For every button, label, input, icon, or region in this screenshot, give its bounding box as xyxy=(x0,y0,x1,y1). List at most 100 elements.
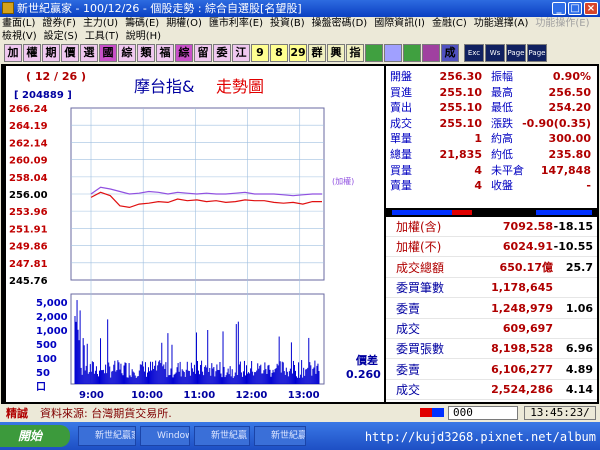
quote-label: 開盤 xyxy=(390,70,412,83)
time-tick-label: 10:00 xyxy=(131,390,163,401)
taskbar-item[interactable]: 新世紀贏 xyxy=(194,426,250,446)
toolbar: 加權期價選國綜類福綜留委江 9 8 29 群興指成 Exc Ws Page Page xyxy=(0,43,600,63)
taskbar-item[interactable]: 新世紀贏家 xyxy=(78,426,136,446)
quote-label: 賣量 xyxy=(390,179,412,193)
toolbar-button[interactable]: 類 xyxy=(137,44,155,62)
stat-label: 成交 xyxy=(396,322,421,336)
diff-label: 價差 xyxy=(355,353,378,367)
toolbar-button[interactable] xyxy=(384,44,402,62)
taskbar: 開始 新世紀贏家 Windows... 新世紀贏 新世紀贏 http://kuj… xyxy=(0,422,600,450)
market-stats-panel: 加權(含) 7092.58 -18.15 加權(不) 6024.91 -10.55 成交總額… xyxy=(386,217,597,402)
toolbar-small-button[interactable]: Ws xyxy=(485,44,505,62)
status-bar: 精誠 資料來源: 台灣期貨交易所. 000 13:45:23/ xyxy=(0,404,600,422)
toolbar-button[interactable]: 29 xyxy=(289,44,307,62)
toolbar-button[interactable]: 群 xyxy=(308,44,326,62)
price-tick-label: 266.24 xyxy=(9,104,48,115)
toolbar-small-button[interactable]: Exc xyxy=(464,44,484,62)
menu-item[interactable]: 證券(F) xyxy=(42,17,76,30)
quote-value: 255.10 xyxy=(439,116,482,130)
toolbar-button[interactable]: 價 xyxy=(61,44,79,62)
menu-item[interactable]: 主力(U) xyxy=(83,17,118,30)
menu-row-1: 畫面(L) 證券(F) 主力(U) 籌碼(E) 期權(O) 匯市利率(E) 投資(B) 操盤密… xyxy=(2,17,597,30)
menu-item[interactable]: 匯市利率(E) xyxy=(209,17,263,30)
start-button[interactable]: 開始 xyxy=(0,425,70,447)
volume-tick-label: 500 xyxy=(36,340,57,351)
toolbar-button[interactable]: 福 xyxy=(156,44,174,62)
toolbar-button[interactable]: 留 xyxy=(194,44,212,62)
quote-value: 4 xyxy=(474,163,482,177)
menu-item[interactable]: 說明(H) xyxy=(126,30,161,43)
toolbar-button[interactable]: 期 xyxy=(42,44,60,62)
stat-change: 1.06 xyxy=(565,301,593,315)
taskbar-item[interactable]: 新世紀贏 xyxy=(254,426,306,446)
toolbar-button[interactable]: 國 xyxy=(99,44,117,62)
volume-tick-label: 100 xyxy=(36,354,57,365)
quote-label: 賣出 xyxy=(390,101,412,115)
stat-row: 加權(含) 7092.58 -18.15 xyxy=(386,217,597,237)
toolbar-button[interactable]: 綜 xyxy=(118,44,136,62)
quote-value: 255.10 xyxy=(439,101,482,115)
toolbar-button[interactable]: 8 xyxy=(270,44,288,62)
menu-item[interactable]: 金融(C) xyxy=(432,17,467,30)
volume-tick-label: 口 xyxy=(36,382,46,393)
app-icon xyxy=(2,2,14,14)
taskbar-item[interactable]: Windows... xyxy=(140,426,190,446)
menu-item-disabled: 功能操作(E) xyxy=(535,18,590,29)
intraday-chart-pane[interactable]: ( 12 / 26 ) [ 204889 ] 摩台指& 走勢圖 266.24 264.19… xyxy=(6,66,384,402)
stat-change: -10.55 xyxy=(553,240,593,254)
toolbar-button[interactable]: 成 xyxy=(441,44,459,62)
price-tick-label: 264.19 xyxy=(9,121,48,132)
menu-item[interactable]: 功能選擇(A) xyxy=(474,17,529,30)
menu-item[interactable]: 設定(S) xyxy=(44,30,78,43)
menu-item[interactable]: 檢視(V) xyxy=(2,30,37,43)
volume-tick-label: 2,000 xyxy=(36,312,68,323)
stat-label: 加權(不) xyxy=(396,240,442,255)
chart-title-a: 摩台指& xyxy=(134,77,194,96)
stat-value: 2,524,286 xyxy=(491,383,553,397)
toolbar-button[interactable]: 選 xyxy=(80,44,98,62)
menu-item[interactable]: 操盤密碼(D) xyxy=(312,17,368,30)
maximize-button[interactable]: □ xyxy=(568,2,582,15)
quote-value: 300.00 xyxy=(548,132,591,146)
quote-value: 1 xyxy=(474,132,482,146)
quote-label: 最低 xyxy=(491,101,513,115)
quote-label: 收盤 xyxy=(491,179,513,193)
toolbar-button[interactable]: 加 xyxy=(4,44,22,62)
toolbar-button[interactable]: 綜 xyxy=(175,44,193,62)
stat-label: 成交總額 xyxy=(396,260,445,275)
close-button[interactable]: × xyxy=(584,2,598,15)
toolbar-button[interactable]: 江 xyxy=(232,44,250,62)
toolbar-button[interactable] xyxy=(365,44,383,62)
toolbar-button[interactable] xyxy=(422,44,440,62)
code-input[interactable]: 000 xyxy=(448,406,518,420)
title-bar[interactable]: 新世紀贏家 - 100/12/26 - 個股走勢 : 綜合自選股[名望股] _ … xyxy=(0,0,600,17)
menu-item[interactable]: 籌碼(E) xyxy=(125,17,159,30)
stat-label: 加權(含) xyxy=(396,220,442,234)
toolbar-button[interactable]: 9 xyxy=(251,44,269,62)
menu-item[interactable]: 國際資訊(I) xyxy=(374,17,425,30)
toolbar-button[interactable]: 興 xyxy=(327,44,345,62)
quote-label: 最高 xyxy=(491,85,513,99)
menu-item[interactable]: 畫面(L) xyxy=(2,17,35,30)
stat-row: 加權(不) 6024.91 -10.55 xyxy=(386,237,597,258)
minimize-button[interactable]: _ xyxy=(552,2,566,15)
time-tick-label: 11:00 xyxy=(183,390,215,401)
price-tick-label: 249.86 xyxy=(9,242,48,253)
toolbar-button[interactable]: 權 xyxy=(23,44,41,62)
quote-row: 開盤 256.30 振幅 0.90% xyxy=(386,70,597,84)
stat-label: 委買筆數 xyxy=(396,281,445,296)
quote-label: 未平倉 xyxy=(491,163,524,177)
menu-item[interactable]: 投資(B) xyxy=(270,17,305,30)
menu-item[interactable]: 工具(T) xyxy=(85,30,119,43)
toolbar-button[interactable] xyxy=(403,44,421,62)
toolbar-button[interactable]: 指 xyxy=(346,44,364,62)
toolbar-small-button[interactable]: Page xyxy=(506,44,526,62)
menu-item[interactable]: 期權(O) xyxy=(166,17,202,30)
stat-value: 6024.91 xyxy=(502,240,553,254)
stat-change: 4.14 xyxy=(565,383,593,397)
toolbar-button[interactable]: 委 xyxy=(213,44,231,62)
toolbar-small-button[interactable]: Page xyxy=(527,44,547,62)
price-tick-label: 245.76 xyxy=(9,276,48,287)
quote-panel: 開盤 256.30 振幅 0.90% 買進 255.10 最高 256.50 賣出 255.10 最… xyxy=(386,66,597,208)
chart-volume-label: [ 204889 ] xyxy=(14,90,72,101)
